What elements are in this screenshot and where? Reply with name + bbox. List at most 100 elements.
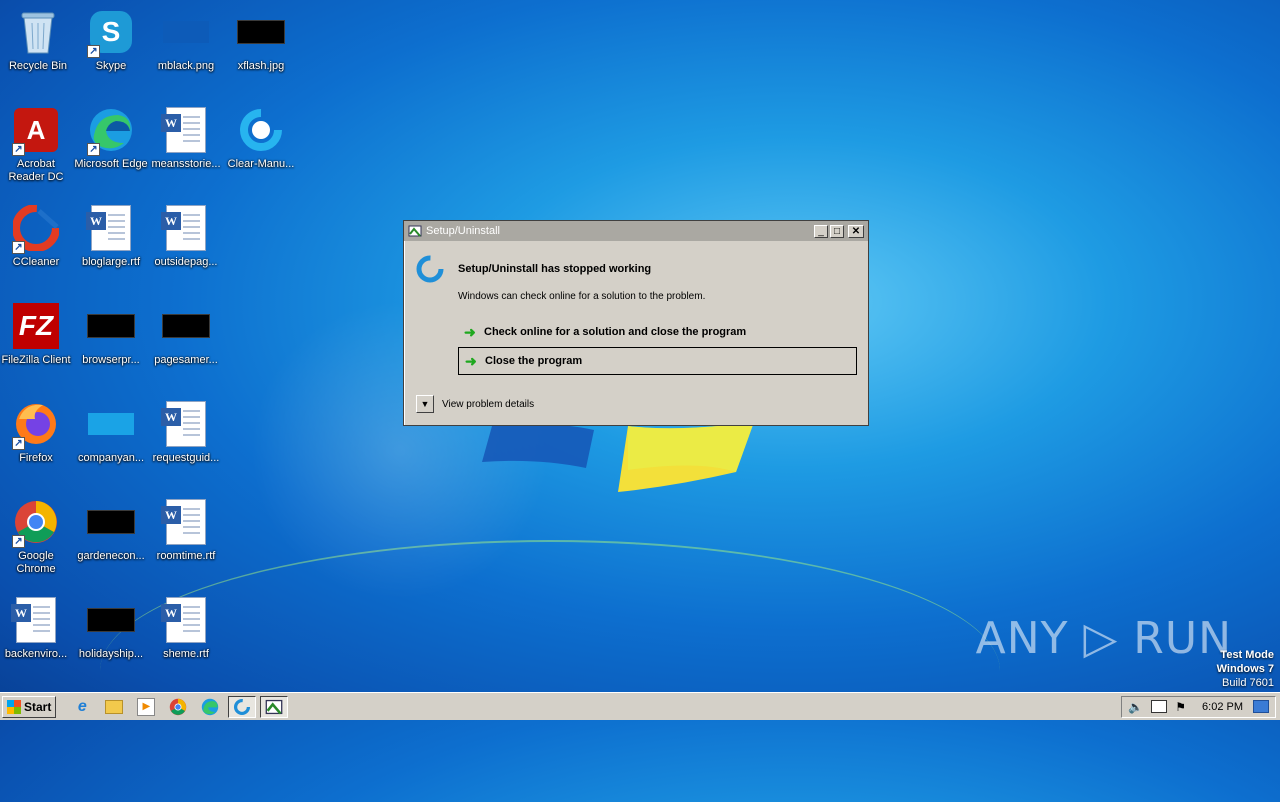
- folder-icon: [105, 699, 124, 714]
- word-doc-icon: W: [161, 204, 210, 252]
- maximize-button[interactable]: □: [830, 224, 844, 238]
- desktop-icon-label: Recycle Bin: [8, 60, 68, 72]
- desktop-icon-acrobat[interactable]: A ↗ Acrobat Reader DC: [0, 106, 74, 184]
- desktop-icon-chrome[interactable]: ↗ Google Chrome: [0, 498, 74, 576]
- edge-icon: ↗: [87, 106, 135, 156]
- taskbar-explorer[interactable]: [100, 696, 128, 718]
- desktop-icon-label: holidayship...: [78, 648, 144, 660]
- shortcut-arrow-icon: ↗: [12, 535, 25, 548]
- taskbar: Start e ▶ 🔈 ⚑ 6:02 PM: [0, 692, 1280, 720]
- desktop-icon-label: CCleaner: [12, 256, 60, 268]
- desktop-icon-roomtime[interactable]: W roomtime.rtf: [148, 498, 224, 563]
- ccleaner-app-icon: [416, 255, 444, 283]
- desktop-icon-edge[interactable]: ↗ Microsoft Edge: [73, 106, 149, 171]
- desktop-icon-browserpr[interactable]: browserpr...: [73, 302, 149, 367]
- close-button[interactable]: ✕: [848, 224, 864, 238]
- desktop-icon-label: mblack.png: [157, 60, 215, 72]
- taskbar-media-player[interactable]: ▶: [132, 696, 160, 718]
- taskbar-ie[interactable]: e: [68, 696, 96, 718]
- flag-icon[interactable]: ⚑: [1175, 700, 1186, 714]
- app-window-icon: [265, 699, 283, 714]
- dialog-subtext: Windows can check online for a solution …: [458, 291, 706, 302]
- desktop-icon-sheme[interactable]: W sheme.rtf: [148, 596, 224, 661]
- app-window-icon: [408, 225, 422, 237]
- ccleaner-setup-icon: [237, 106, 285, 154]
- word-doc-icon: W: [161, 498, 210, 546]
- desktop-icon-label: Clear-Manu...: [227, 158, 295, 170]
- word-doc-icon: W: [161, 596, 210, 644]
- shortcut-arrow-icon: ↗: [12, 241, 25, 254]
- desktop-icon-gardenecon[interactable]: gardenecon...: [73, 498, 149, 563]
- image-file-icon: [237, 8, 285, 56]
- desktop-icon-label: companyan...: [77, 452, 145, 464]
- check-online-option[interactable]: ➜ Check online for a solution and close …: [458, 318, 857, 346]
- taskbar-chrome[interactable]: [164, 696, 192, 718]
- word-doc-icon: W: [86, 204, 135, 252]
- desktop-icon-holidayship[interactable]: holidayship...: [73, 596, 149, 661]
- desktop-icon-label: browserpr...: [82, 354, 140, 366]
- image-file-icon: [87, 302, 135, 350]
- image-file-icon: [87, 498, 135, 546]
- image-file-icon: [162, 302, 210, 350]
- green-arrow-icon: ➜: [465, 352, 477, 369]
- desktop-icon-label: Firefox: [19, 452, 53, 464]
- taskbar-setup-uninstall[interactable]: [260, 695, 289, 718]
- chevron-down-icon[interactable]: ▼: [416, 395, 434, 413]
- system-tray: 🔈 ⚑ 6:02 PM: [1121, 695, 1276, 718]
- anyrun-watermark: ANY ▷ RUN: [975, 613, 1232, 664]
- desktop-icon-label: bloglarge.rtf: [81, 256, 141, 268]
- speaker-icon[interactable]: 🔈: [1128, 700, 1143, 714]
- desktop-icon-clear-manu[interactable]: Clear-Manu...: [223, 106, 299, 171]
- desktop-icon-requestguid[interactable]: W requestguid...: [148, 400, 224, 465]
- shortcut-arrow-icon: ↗: [87, 143, 100, 156]
- green-arrow-icon: ➜: [464, 323, 476, 340]
- word-doc-icon: W: [161, 400, 210, 448]
- minimize-button[interactable]: _: [814, 224, 828, 238]
- image-file-icon: [87, 596, 135, 644]
- desktop-icon-pagesamer[interactable]: pagesamer...: [148, 302, 224, 367]
- desktop-icon-filezilla[interactable]: FZ FileZilla Client: [0, 302, 74, 367]
- media-player-icon: ▶: [137, 697, 156, 716]
- details-label: View problem details: [442, 398, 535, 410]
- desktop-icon-mblack[interactable]: mblack.png: [148, 8, 224, 73]
- desktop-icon-recycle-bin[interactable]: Recycle Bin: [0, 8, 76, 73]
- desktop-icon-label: meansstorie...: [151, 158, 221, 170]
- ccleaner-setup-icon: [234, 698, 251, 715]
- dialog-titlebar[interactable]: Setup/Uninstall _ □ ✕: [404, 221, 868, 241]
- desktop-icon-label: backenviro...: [4, 648, 68, 660]
- desktop-icon-label: gardenecon...: [77, 550, 145, 562]
- desktop-icon-meansstorie[interactable]: W meansstorie...: [148, 106, 224, 171]
- clock[interactable]: 6:02 PM: [1202, 701, 1243, 713]
- shortcut-arrow-icon: ↗: [87, 45, 100, 58]
- show-desktop-icon[interactable]: [1253, 700, 1269, 713]
- test-mode-label: Test Mode Windows 7 Build 7601: [1217, 648, 1274, 690]
- desktop-icon-backenviro[interactable]: W backenviro...: [0, 596, 74, 661]
- desktop-icon-label: pagesamer...: [154, 354, 218, 366]
- dialog-heading: Setup/Uninstall has stopped working: [458, 263, 652, 275]
- taskbar-edge[interactable]: [196, 696, 224, 718]
- desktop-icon-skype[interactable]: S ↗ Skype: [73, 8, 149, 73]
- image-file-icon: [162, 8, 210, 56]
- desktop-icon-bloglarge[interactable]: W bloglarge.rtf: [73, 204, 149, 269]
- desktop-icon-label: roomtime.rtf: [156, 550, 216, 562]
- taskbar-ccleaner-setup[interactable]: [228, 695, 257, 718]
- view-details-toggle[interactable]: ▼ View problem details: [416, 395, 534, 413]
- desktop-icon-ccleaner[interactable]: ↗ CCleaner: [0, 204, 74, 269]
- desktop-icon-xflash[interactable]: xflash.jpg: [223, 8, 299, 73]
- wallpaper-swoosh: [100, 540, 1000, 802]
- ccleaner-icon: ↗: [12, 204, 60, 254]
- word-doc-icon: W: [11, 596, 60, 644]
- filezilla-icon: FZ: [12, 302, 60, 350]
- desktop-icon-companyan[interactable]: companyan...: [73, 400, 149, 465]
- desktop-icon-label: xflash.jpg: [237, 60, 285, 72]
- desktop-icon-label: sheme.rtf: [163, 648, 209, 660]
- desktop-icon-label: Google Chrome: [16, 550, 56, 575]
- start-button[interactable]: Start: [2, 695, 57, 718]
- close-program-option[interactable]: ➜ Close the program: [458, 347, 857, 375]
- desktop-icon-firefox[interactable]: ↗ Firefox: [0, 400, 74, 465]
- network-icon[interactable]: [1151, 700, 1168, 713]
- image-file-icon: [87, 400, 135, 448]
- desktop-icon-outsidepag[interactable]: W outsidepag...: [148, 204, 224, 269]
- word-doc-icon: W: [161, 106, 210, 154]
- desktop-icon-label: Microsoft Edge: [74, 158, 148, 170]
